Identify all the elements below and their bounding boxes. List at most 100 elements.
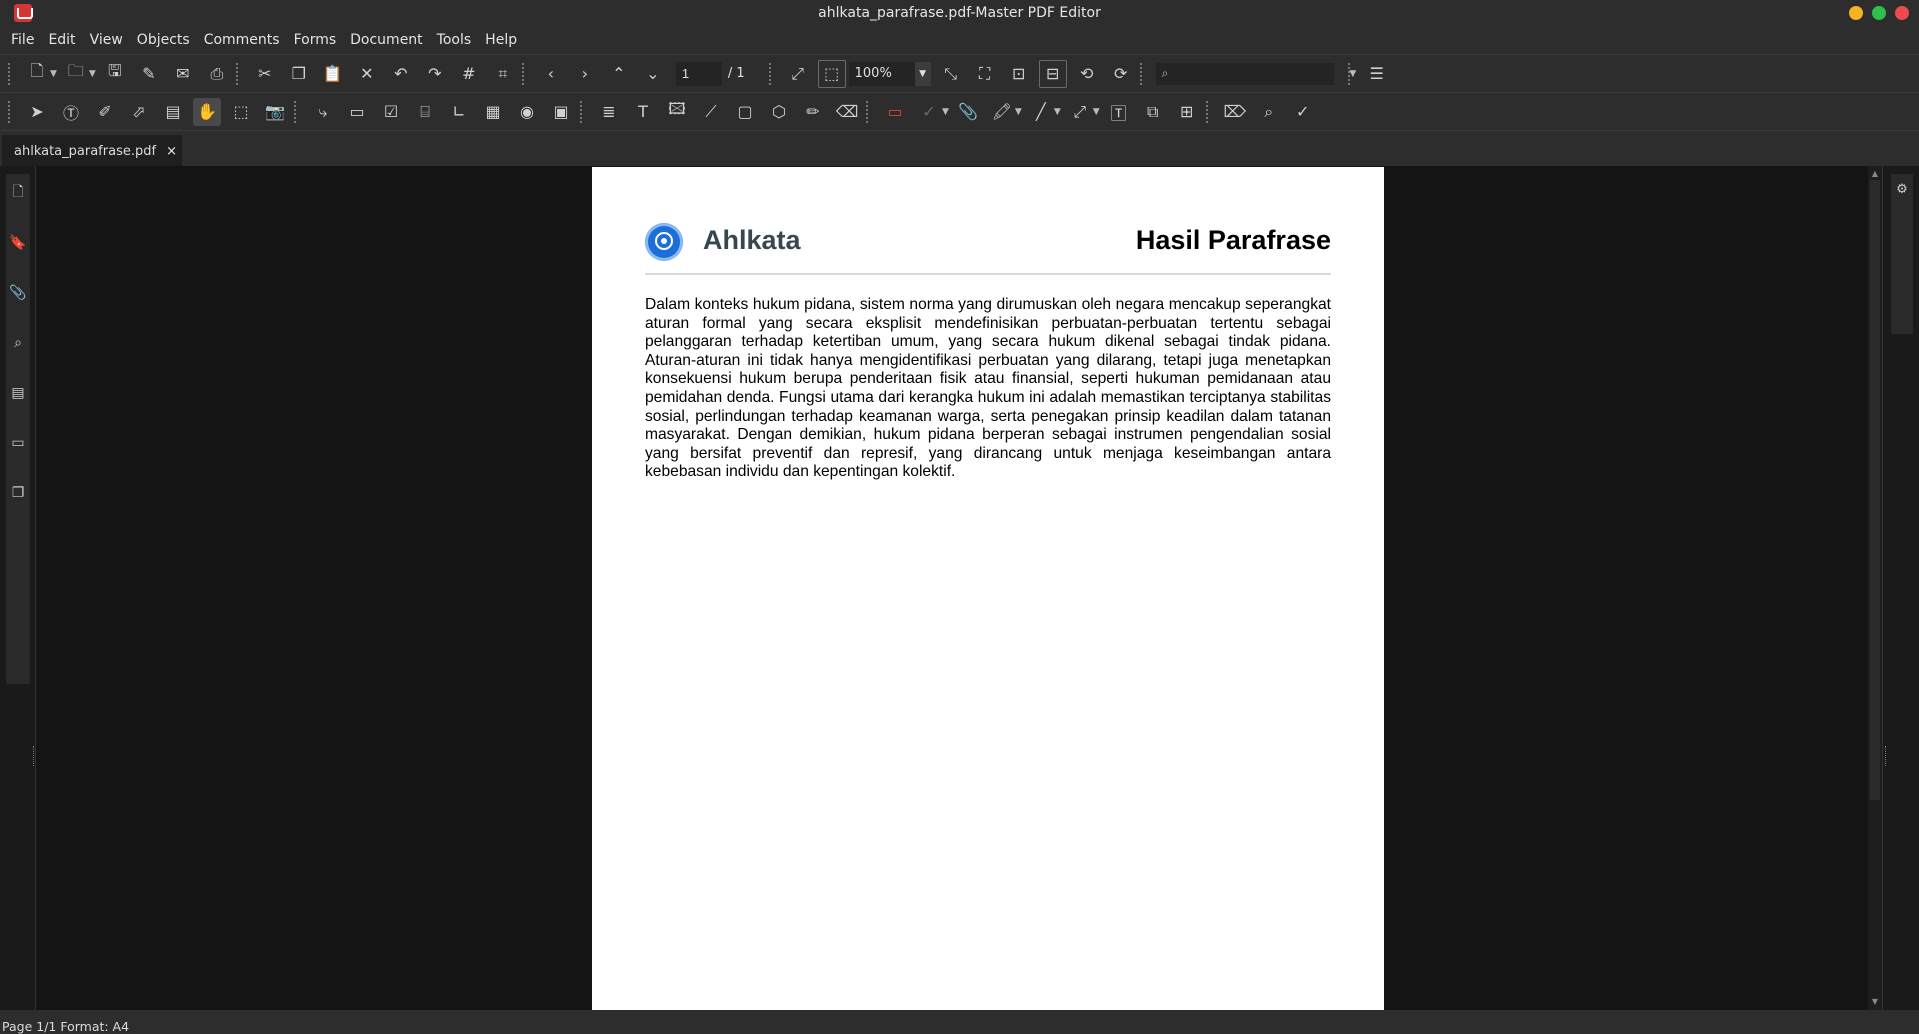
signatures-panel-icon[interactable]: ❐ <box>6 478 30 508</box>
fit-visible-icon[interactable]: ⛶ <box>971 60 999 88</box>
edit-object-icon[interactable]: ⬀ <box>125 98 153 126</box>
snap-grid-icon[interactable]: ⌗ <box>489 60 517 88</box>
bookmarks-panel-icon[interactable]: 🔖 <box>6 228 30 258</box>
menu-edit[interactable]: Edit <box>41 32 82 48</box>
properties-panel-icon[interactable]: ⚙ <box>1891 174 1913 334</box>
snapshot-icon[interactable]: 📷 <box>261 98 289 126</box>
maximize-button[interactable] <box>1872 6 1886 20</box>
back-icon[interactable]: ‹ <box>537 60 565 88</box>
forward-icon[interactable]: › <box>571 60 599 88</box>
arrange-icon[interactable]: ⊞ <box>1173 98 1201 126</box>
page-number-input[interactable] <box>675 61 722 86</box>
search-field[interactable]: ⌕ ▼ <box>1155 62 1356 85</box>
layers-panel-icon[interactable]: ▤ <box>6 378 30 408</box>
toolbar-options-icon[interactable]: ☰ <box>1363 60 1391 88</box>
save-as-icon[interactable]: ✎ <box>135 60 163 88</box>
search-input[interactable] <box>1168 62 1350 85</box>
right-panel-resize-handle[interactable] <box>1885 746 1889 766</box>
pdf-page[interactable]: Ahlkata Hasil Parafrase Dalam konteks hu… <box>592 167 1384 1010</box>
menu-view[interactable]: View <box>83 32 130 48</box>
rotate-left-icon[interactable]: ⟲ <box>1073 60 1101 88</box>
minimize-button[interactable] <box>1849 6 1863 20</box>
fit-width-icon[interactable]: ⤡ <box>937 60 965 88</box>
text-box-icon[interactable]: 🅃 <box>1105 98 1133 126</box>
open-dropdown-icon[interactable]: ▼ <box>89 69 96 79</box>
menu-comments[interactable]: Comments <box>197 32 287 48</box>
search-panel-icon[interactable]: ⌕ <box>6 328 30 358</box>
print-icon[interactable]: ⎙ <box>203 60 231 88</box>
marquee-zoom-icon[interactable]: ⬚ <box>227 98 255 126</box>
open-folder-icon[interactable]: 🗀 <box>62 60 90 88</box>
toolbar-grip[interactable] <box>235 62 242 85</box>
toolbar-grip[interactable] <box>580 100 586 123</box>
toolbar-grip[interactable] <box>866 100 872 123</box>
button-field-icon[interactable]: ▭ <box>343 98 371 126</box>
toolbar-grip[interactable] <box>8 62 14 85</box>
line-dropdown-icon[interactable]: ▼ <box>1054 107 1061 117</box>
measure-icon[interactable]: ⤢ <box>1066 98 1094 126</box>
copy-icon[interactable]: ❐ <box>285 60 313 88</box>
attachments-panel-icon[interactable]: 📎 <box>6 278 30 308</box>
line-tool-icon[interactable]: ⟋ <box>697 98 725 126</box>
signature-field-icon[interactable]: ∟ <box>445 98 473 126</box>
toolbar-grip[interactable] <box>521 62 528 85</box>
edit-forms-icon[interactable]: ▤ <box>159 98 187 126</box>
list-box-icon[interactable]: ▦ <box>479 98 507 126</box>
fit-page-icon[interactable]: ⤢ <box>784 60 812 88</box>
measure-dropdown-icon[interactable]: ▼ <box>1093 107 1100 117</box>
pencil-icon[interactable]: ✏ <box>799 98 827 126</box>
full-screen-icon[interactable]: ⊡ <box>1005 60 1033 88</box>
save-icon[interactable]: 🖫 <box>101 60 129 88</box>
new-document-icon[interactable]: 🗋 <box>23 60 51 88</box>
eraser-icon[interactable]: ⌦ <box>1221 98 1249 126</box>
highlight-dropdown-icon[interactable]: ▼ <box>1015 107 1022 117</box>
scroll-up-icon[interactable]: ▲ <box>1870 169 1880 179</box>
link-icon[interactable]: ⤷ <box>309 98 337 126</box>
menu-tools[interactable]: Tools <box>430 32 479 48</box>
zoom-tool-icon[interactable]: ⌕ <box>1255 98 1283 126</box>
vertical-scrollbar[interactable]: ▲ ▼ <box>1868 166 1882 1010</box>
check-mark-icon[interactable]: ✓ <box>1289 98 1317 126</box>
tab-close-icon[interactable]: × <box>166 144 177 159</box>
zoom-dropdown-icon[interactable]: ▼ <box>914 61 931 86</box>
undo-icon[interactable]: ↶ <box>387 60 415 88</box>
toolbar-grip[interactable] <box>1205 100 1212 123</box>
hand-tool-icon[interactable]: ✋ <box>193 97 221 126</box>
scroll-down-icon[interactable]: ▼ <box>1870 997 1880 1007</box>
draw-line-icon[interactable]: ╱ <box>1027 98 1055 126</box>
highlight-icon[interactable]: 🖍 <box>988 98 1016 126</box>
cut-icon[interactable]: ✂ <box>251 60 279 88</box>
menu-file[interactable]: File <box>4 32 41 48</box>
toolbar-grip[interactable] <box>768 62 775 85</box>
combo-box-icon[interactable]: ▣ <box>547 98 575 126</box>
stamp-dropdown-icon[interactable]: ▼ <box>942 107 949 117</box>
document-canvas[interactable]: Ahlkata Hasil Parafrase Dalam konteks hu… <box>36 166 1868 1010</box>
actual-size-icon[interactable]: ⬚ <box>817 59 846 88</box>
shape-tool-icon[interactable]: ⬡ <box>765 98 793 126</box>
callout-icon[interactable]: ⧉ <box>1139 98 1167 126</box>
continuous-page-icon[interactable]: ⊟ <box>1038 59 1067 88</box>
menu-forms[interactable]: Forms <box>287 32 344 48</box>
delete-icon[interactable]: ✕ <box>353 60 381 88</box>
checkbox-field-icon[interactable]: ☑ <box>377 98 405 126</box>
document-tab[interactable]: ahlkata_parafrase.pdf × <box>2 135 182 167</box>
select-pointer-icon[interactable]: ➤ <box>23 98 51 126</box>
menu-document[interactable]: Document <box>343 32 430 48</box>
add-text-icon[interactable]: ≣ <box>595 98 623 126</box>
menu-objects[interactable]: Objects <box>130 32 197 48</box>
next-page-icon[interactable]: ⌄ <box>639 60 667 88</box>
menu-help[interactable]: Help <box>478 32 524 48</box>
insert-image-icon[interactable]: 🖾 <box>663 98 691 126</box>
insert-text-icon[interactable]: T <box>629 98 657 126</box>
radio-button-icon[interactable]: ◉ <box>513 98 541 126</box>
text-field-icon[interactable]: ⌸ <box>411 98 439 126</box>
search-dropdown-icon[interactable]: ▼ <box>1349 69 1356 79</box>
new-dropdown-icon[interactable]: ▼ <box>50 69 57 79</box>
erase-icon[interactable]: ⌫ <box>833 98 861 126</box>
toolbar-grip[interactable] <box>294 100 300 123</box>
paste-icon[interactable]: 📋 <box>319 60 347 88</box>
edit-text-icon[interactable]: ✐ <box>91 98 119 126</box>
comment-icon[interactable]: ▭ <box>881 98 909 126</box>
forms-panel-icon[interactable]: ▭ <box>6 428 30 458</box>
pages-panel-icon[interactable]: 🗋 <box>6 178 30 208</box>
